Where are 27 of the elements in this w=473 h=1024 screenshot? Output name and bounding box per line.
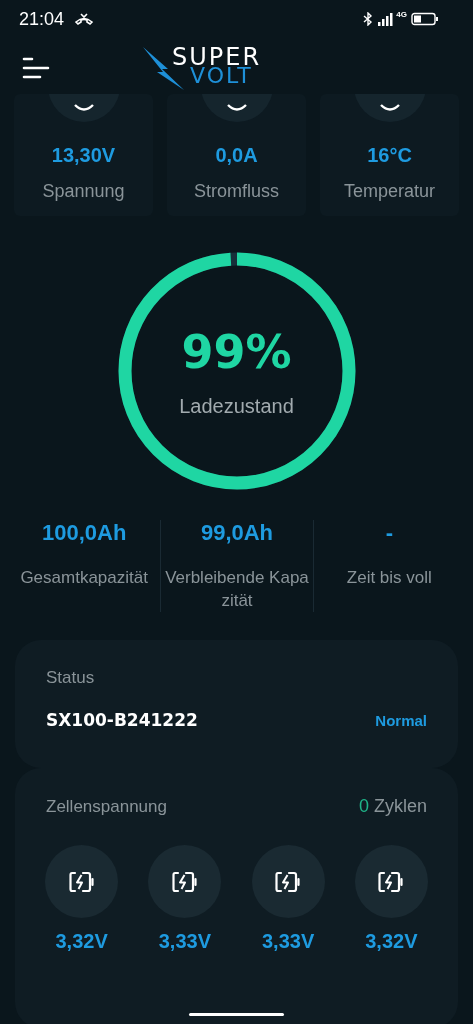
charge-label: Ladezustand — [179, 394, 294, 418]
cell-voltage: 3,33V — [262, 930, 315, 953]
metric-value: 16°C — [367, 144, 412, 167]
device-id: SX100-B241222 — [46, 710, 198, 730]
status-title: Status — [46, 668, 96, 688]
capacity-label: Zeit bis voll — [345, 567, 433, 589]
status-value: Normal — [375, 711, 427, 729]
capacity-label: Verbleibende Kapazität — [164, 567, 310, 612]
metric-value: 0,0A — [215, 144, 258, 167]
cell-voltage: 3,32V — [365, 930, 418, 953]
cell-voltage: 3,32V — [55, 930, 108, 953]
cells-title: Zellenspannung — [46, 796, 167, 817]
capacity-value: 100,0Ah — [41, 520, 127, 547]
clock-time: 21:04 — [19, 8, 65, 30]
cell-voltage: 3,33V — [158, 930, 211, 953]
metric-label: Temperatur — [343, 181, 435, 202]
capacity-label: Gesamtkapazität — [19, 567, 149, 589]
cycle-label: Zyklen — [374, 796, 427, 817]
capacity-value: - — [385, 520, 393, 547]
cycle-count: 0 — [358, 796, 369, 817]
capacity-value: 99,0Ah — [200, 520, 274, 547]
charge-percent: 99% — [181, 324, 292, 379]
metric-value: 13,30V — [51, 144, 116, 167]
network-type: 4G — [396, 10, 407, 19]
metric-label: Stromfluss — [194, 181, 279, 202]
metric-label: Spannung — [42, 181, 125, 202]
logo-text: VOLT — [190, 65, 253, 87]
